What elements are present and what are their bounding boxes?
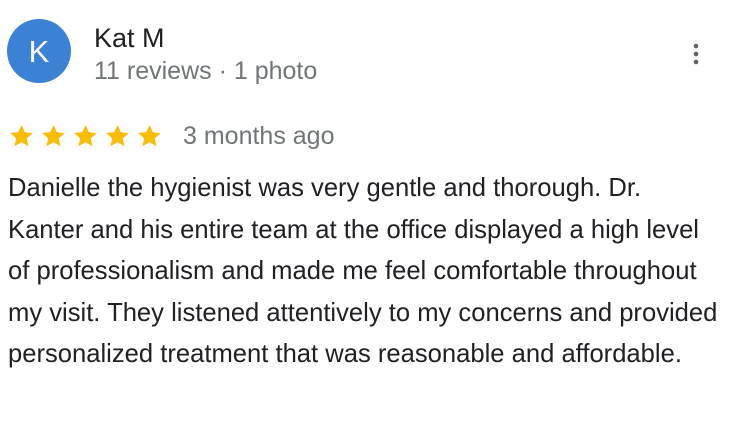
author-review-count[interactable]: 11 reviews · 1 photo (94, 55, 317, 87)
author-name[interactable]: Kat M (94, 21, 165, 55)
review-text: Danielle the hygienist was very gentle a… (8, 174, 718, 368)
review-card: K Kat M 11 reviews · 1 photo 3 months ag… (0, 0, 740, 428)
star-icon (8, 123, 35, 150)
star-icon (136, 123, 163, 150)
star-icon (40, 123, 67, 150)
rating-row: 3 months ago (8, 119, 335, 153)
avatar[interactable]: K (7, 19, 71, 83)
more-options-button[interactable] (680, 36, 712, 72)
more-vertical-icon (692, 42, 700, 66)
star-icon (104, 123, 131, 150)
review-date: 3 months ago (183, 122, 335, 150)
star-icon (72, 123, 99, 150)
star-rating (8, 123, 163, 150)
avatar-initial: K (28, 33, 50, 69)
